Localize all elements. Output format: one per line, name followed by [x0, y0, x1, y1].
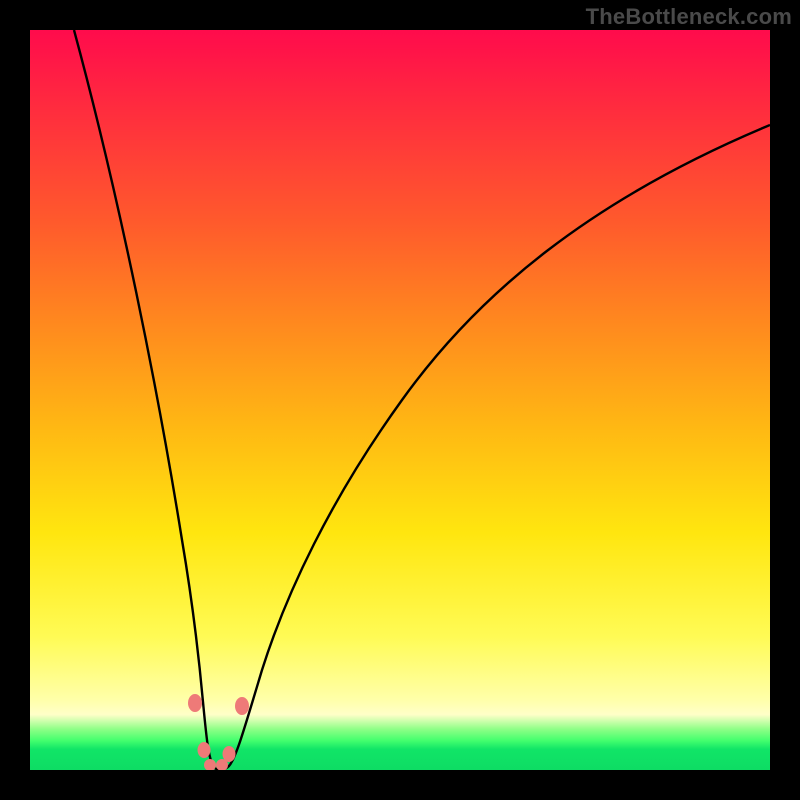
marker-group	[188, 694, 249, 770]
curve-marker	[223, 746, 236, 762]
bottleneck-curve-svg	[30, 30, 770, 770]
chart-frame: TheBottleneck.com	[0, 0, 800, 800]
curve-marker	[204, 759, 216, 770]
plot-area	[30, 30, 770, 770]
curve-marker	[188, 694, 202, 712]
watermark-text: TheBottleneck.com	[586, 4, 792, 30]
curve-marker	[198, 742, 211, 758]
curve-marker	[235, 697, 249, 715]
bottleneck-curve	[74, 30, 770, 770]
